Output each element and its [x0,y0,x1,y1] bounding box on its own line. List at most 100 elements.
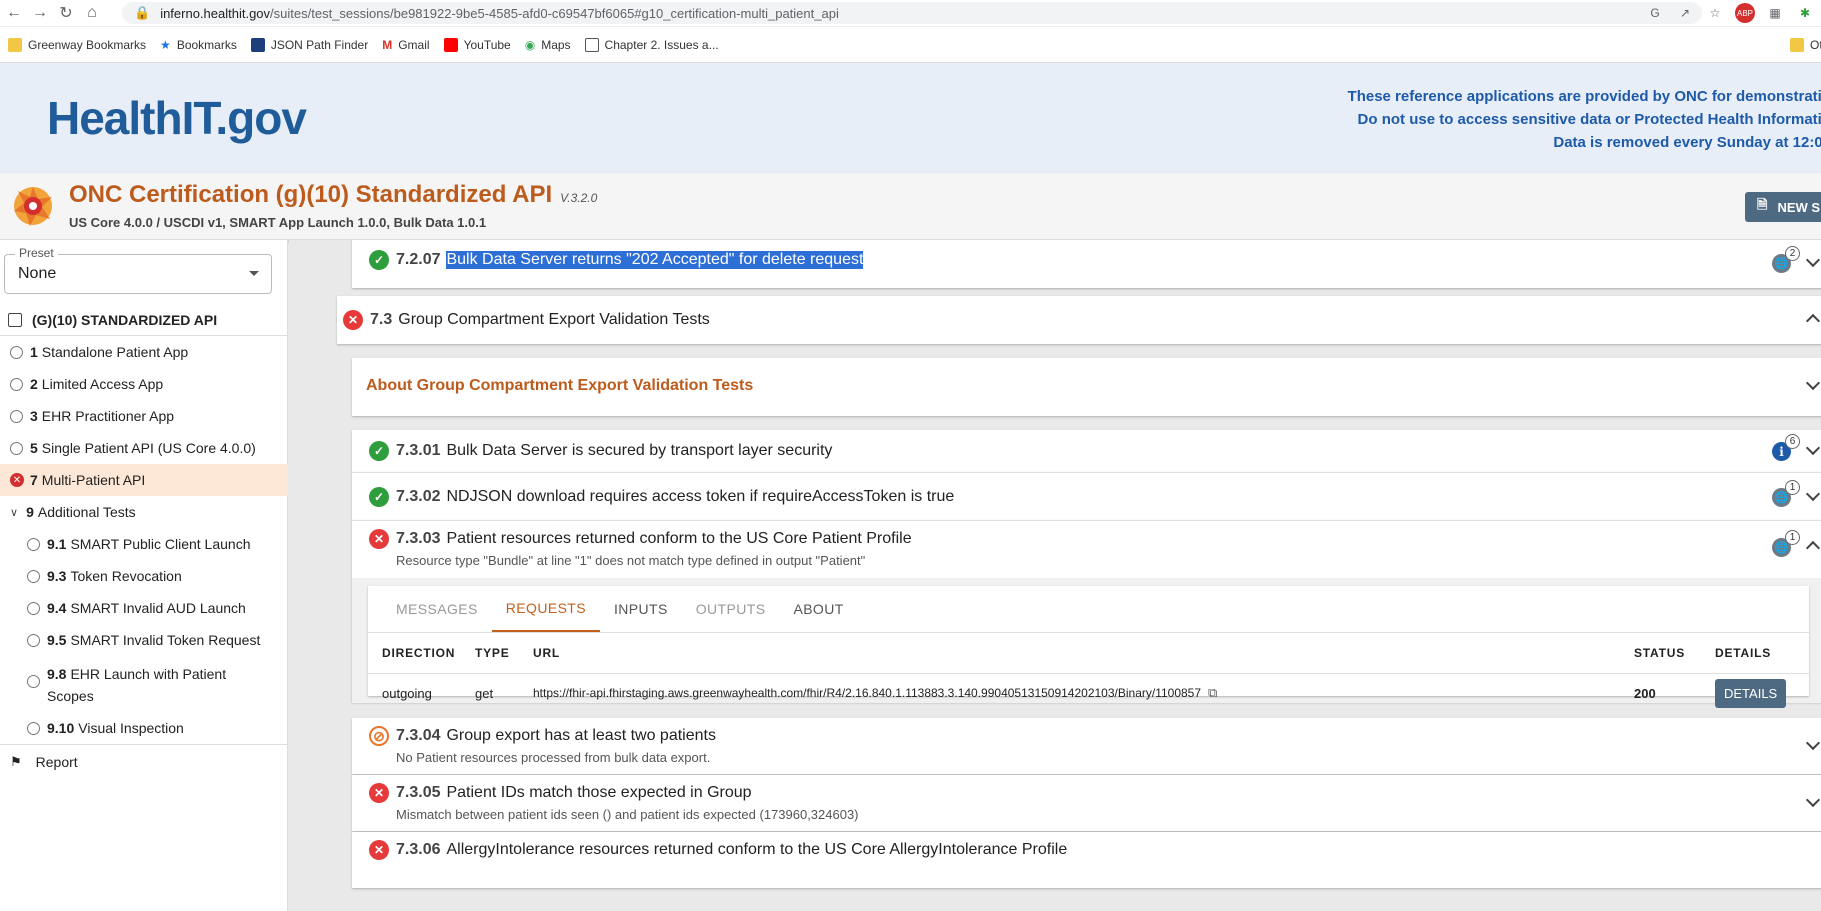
sidebar-item-9-1[interactable]: 9.1 SMART Public Client Launch [0,528,288,560]
app-version: V.3.2.0 [560,191,598,205]
test-7-3-05[interactable]: ✕ 7.3.05 Patient IDs match those expecte… [352,775,1821,831]
star-icon[interactable]: ☆ [1705,3,1725,23]
test-7-2-07[interactable]: ✓ 7.2.07 Bulk Data Server returns "202 A… [352,240,1821,288]
requests-table: DIRECTION TYPE URL STATUS DETAILS outgoi… [368,632,1809,708]
requests-badge[interactable]: 🌐 1 [1772,530,1800,558]
requests-badge[interactable]: 🌐 2 [1772,246,1800,274]
cell-status: 200 [1634,685,1656,701]
test-7-3-03[interactable]: ✕ 7.3.03 Patient resources returned conf… [352,520,1821,708]
list-icon [8,312,22,327]
app-header: ONC Certification (g)(10) Standardized A… [0,173,1821,240]
column-header: STATUS [1634,646,1686,660]
extension-icon[interactable]: ▦ [1765,3,1785,23]
sidebar-item-9[interactable]: ∨ 9 Additional Tests [0,496,288,528]
sidebar-item-9-5[interactable]: 9.5 SMART Invalid Token Request [0,624,288,656]
address-bar[interactable]: 🔒 inferno.healthit.gov/suites/test_sessi… [122,2,1702,24]
cell-url: https://fhir-api.fhirstaging.aws.greenwa… [533,685,1218,701]
sidebar: Preset None (G)(10) STANDARDIZED API 1 St… [0,240,288,911]
forward-icon[interactable]: → [28,1,52,25]
sidebar-item-3[interactable]: 3 EHR Practitioner App [0,400,288,432]
radio-icon [27,537,40,551]
document-icon [584,37,599,52]
puzzle-icon[interactable]: ✱ [1795,3,1815,23]
bookmark-bookmarks[interactable]: ★ Bookmarks [160,38,237,52]
pass-icon: ✓ [369,250,389,270]
cell-type: get [475,685,494,701]
sidebar-item-5[interactable]: 5 Single Patient API (US Core 4.0.0) [0,432,288,464]
back-icon[interactable]: ← [2,1,26,25]
pass-icon: ✓ [369,487,389,507]
healthit-logo[interactable]: HealthIT.gov [47,91,307,145]
requests-panel: MESSAGES REQUESTS INPUTS OUTPUTS ABOUT D… [368,586,1809,708]
sidebar-item-1[interactable]: 1 Standalone Patient App [0,336,288,368]
sidebar-item-9-10[interactable]: 9.10 Visual Inspection [0,712,288,744]
healthit-banner: HealthIT.gov These reference application… [0,63,1821,173]
suite-heading[interactable]: (G)(10) STANDARDIZED API [0,304,288,336]
sidebar-item-9-4[interactable]: 9.4 SMART Invalid AUD Launch [0,592,288,624]
radio-icon [10,345,23,359]
file-icon: 🗎 [1757,197,1768,212]
url-path: /suites/test_sessions/be981922-9be5-4585… [270,5,839,21]
test-7-3-01[interactable]: ✓ 7.3.01 Bulk Data Server is secured by … [352,430,1821,472]
tab-outputs[interactable]: OUTPUTS [682,586,780,632]
google-icon[interactable]: G [1645,3,1665,23]
sidebar-item-7[interactable]: ✕ 7 Multi-Patient API [0,464,288,496]
test-subtext: No Patient resources processed from bulk… [396,750,711,765]
requests-badge[interactable]: 🌐 1 [1772,480,1800,508]
about-panel[interactable]: About Group Compartment Export Validatio… [352,358,1821,416]
sidebar-item-9-8[interactable]: 9.8 EHR Launch with Patient Scopes [0,656,288,712]
column-header: URL [533,646,561,660]
demo-notice: These reference applications are provide… [1347,88,1821,151]
fail-icon: ✕ [369,783,389,803]
omit-icon: ⊘ [369,726,389,746]
messages-badge[interactable]: i6 [1772,434,1800,462]
tab-inputs[interactable]: INPUTS [600,586,682,632]
column-header: DETAILS [1715,646,1772,660]
test-subtext: Mismatch between patient ids seen () and… [396,807,859,822]
radio-icon [27,601,40,615]
group-7-3[interactable]: ✕ 7.3 Group Compartment Export Validatio… [337,296,1821,344]
column-header: DIRECTION [382,646,456,660]
bookmark-youtube[interactable]: YouTube [443,37,511,52]
youtube-icon [443,37,458,52]
bookmark-maps[interactable]: ◉ Maps [525,38,571,52]
test-subtext: Resource type "Bundle" at line "1" does … [396,553,866,568]
flag-icon: ⚑ [10,753,22,769]
preset-select[interactable]: Preset None [4,246,272,294]
fail-icon: ✕ [369,529,389,549]
sidebar-item-2[interactable]: 2 Limited Access App [0,368,288,400]
radio-icon [10,377,23,391]
bookmark-chapter2[interactable]: Chapter 2. Issues a... [584,37,719,52]
bookmark-gmail[interactable]: M Gmail [382,38,429,52]
details-button[interactable]: DETAILS [1715,678,1787,708]
test-7-3-04[interactable]: ⊘ 7.3.04 Group export has at least two p… [352,718,1821,774]
sidebar-item-9-3[interactable]: 9.3 Token Revocation [0,560,288,592]
share-icon[interactable]: ↗ [1675,3,1695,23]
bookmark-json-path-finder[interactable]: JSON Path Finder [250,37,368,52]
tab-about[interactable]: ABOUT [779,586,857,632]
bookmark-greenway[interactable]: Greenway Bookmarks [8,37,146,52]
json-icon [250,37,265,52]
star-icon: ★ [160,37,171,52]
tab-messages[interactable]: MESSAGES [382,586,492,632]
adblock-icon[interactable]: ABP [1735,3,1755,23]
test-7-3-02[interactable]: ✓ 7.3.02 NDJSON download requires access… [352,472,1821,520]
browser-toolbar: ← → ↻ ⌂ 🔒 inferno.healthit.gov/suites/te… [0,0,1821,27]
sidebar-report[interactable]: ⚑ Report [0,744,288,778]
tab-requests[interactable]: REQUESTS [491,586,600,632]
bookmark-other[interactable]: Oth [1790,37,1821,52]
bookmarks-bar: Greenway Bookmarks ★ Bookmarks JSON Path … [0,27,1821,63]
app-title: ONC Certification (g)(10) Standardized A… [69,181,598,208]
detail-tabs: MESSAGES REQUESTS INPUTS OUTPUTS ABOUT [382,586,858,632]
maps-icon: ◉ [524,37,536,52]
cell-details: DETAILS [1715,673,1787,713]
new-session-button[interactable]: 🗎 NEW S [1745,192,1821,222]
copy-icon[interactable]: ⧉ [1208,685,1217,701]
reload-icon[interactable]: ↻ [54,1,78,25]
home-icon[interactable]: ⌂ [80,1,104,25]
test-7-3-06[interactable]: ✕ 7.3.06 AllergyIntolerance resources re… [352,832,1821,888]
radio-icon [27,721,40,735]
preset-value: None [18,265,57,282]
url-domain: inferno.healthit.gov [160,5,271,21]
test-detail-panel: MESSAGES REQUESTS INPUTS OUTPUTS ABOUT D… [352,578,1821,708]
